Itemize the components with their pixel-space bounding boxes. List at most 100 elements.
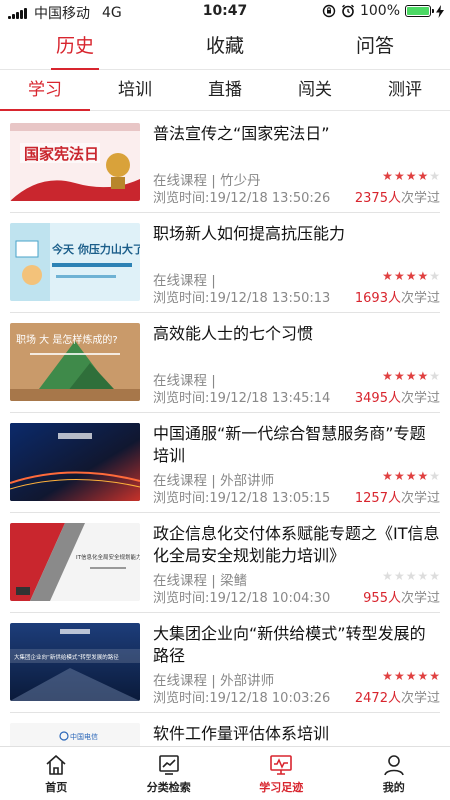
star-empty-icon: ★	[429, 169, 440, 183]
tab-qa[interactable]: 问答	[300, 24, 450, 69]
subtab-challenge[interactable]: 闯关	[270, 71, 360, 110]
course-thumbnail: 今天 你压力山大了吗?	[10, 223, 140, 301]
course-title: 职场新人如何提高抗压能力	[153, 224, 346, 243]
star-filled-icon: ★	[405, 369, 417, 383]
course-item[interactable]: 职场 大 是怎样炼成的? 高效能人士的七个习惯 在线课程 | 浏览时间:19/1…	[10, 313, 440, 413]
person-icon	[383, 755, 404, 776]
status-bar: 中国移动 4G 10:47 100%	[0, 0, 450, 22]
home-icon	[46, 755, 66, 775]
rating-stars: ★ ★ ★ ★ ★	[382, 570, 440, 582]
learner-count: 2472人次学过	[354, 691, 440, 706]
star-filled-icon: ★	[382, 269, 393, 283]
nav-mine[interactable]: 我的	[338, 747, 450, 800]
star-filled-icon: ★	[393, 169, 405, 183]
course-thumbnail: 中国电信	[10, 723, 140, 746]
course-viewed-time: 浏览时间:19/12/18 13:50:26	[153, 191, 331, 206]
subtab-study[interactable]: 学习	[0, 71, 90, 111]
nav-mine-label: 我的	[382, 781, 405, 794]
nav-home-label: 首页	[45, 781, 68, 794]
course-meta: 在线课程 | 梁鳍	[153, 573, 248, 589]
star-filled-icon: ★	[405, 669, 417, 683]
rating-stars: ★ ★ ★ ★ ★	[382, 470, 440, 482]
course-item[interactable]: 今天 你压力山大了吗? 职场新人如何提高抗压能力 在线课程 | 浏览时间:19/…	[10, 213, 440, 313]
course-item[interactable]: 中国通服“新一代综合智慧服务商”专题培训 在线课程 | 外部讲师 浏览时间:19…	[10, 413, 440, 513]
star-filled-icon: ★	[382, 169, 393, 183]
tab-favorites[interactable]: 收藏	[150, 24, 300, 69]
star-empty-icon: ★	[405, 569, 417, 583]
star-filled-icon: ★	[393, 269, 405, 283]
star-filled-icon: ★	[417, 469, 429, 483]
course-viewed-time: 浏览时间:19/12/18 10:03:26	[153, 691, 331, 706]
monitor-footprint-icon	[270, 755, 293, 775]
star-filled-icon: ★	[417, 269, 429, 283]
sub-tab-bar: 学习 培训 直播 闯关 测评	[0, 71, 450, 111]
nav-home[interactable]: 首页	[0, 747, 113, 800]
course-viewed-time: 浏览时间:19/12/18 13:05:15	[153, 491, 331, 506]
subtab-training[interactable]: 培训	[90, 71, 180, 110]
star-empty-icon: ★	[429, 469, 440, 483]
course-item[interactable]: 大集团企业向“新供给模式”转型发展的路径 大集团企业向“新供给模式”转型发展的路…	[10, 613, 440, 713]
learner-count: 3495人次学过	[354, 391, 440, 406]
course-viewed-time: 浏览时间:19/12/18 13:50:13	[153, 291, 331, 306]
nav-category-search-label: 分类检索	[146, 781, 191, 794]
course-viewed-time: 浏览时间:19/12/18 13:45:14	[153, 391, 331, 406]
course-title: 大集团企业向“新供给模式”转型发展的路径	[153, 624, 426, 665]
thumb-caption: 中国电信	[70, 732, 98, 741]
star-empty-icon: ★	[382, 569, 393, 583]
nav-category-search[interactable]: 分类检索	[113, 747, 226, 800]
course-title: 软件工作量评估体系培训	[153, 724, 330, 743]
course-item[interactable]: 国家宪法日 普法宣传之“国家宪法日” 在线课程 | 竹少丹 浏览时间:19/12…	[10, 113, 440, 213]
learner-count: 955人次学过	[363, 591, 440, 606]
bottom-nav: 首页 分类检索 学习足迹 我的	[0, 746, 450, 800]
alarm-icon	[342, 4, 354, 18]
star-filled-icon: ★	[382, 369, 393, 383]
course-title: 政企信息化交付体系赋能专题之《IT信息化全局安全规划能力培训》	[153, 524, 440, 565]
chart-board-icon	[158, 755, 179, 775]
course-item[interactable]: IT信息化全局安全规划能力培训 政企信息化交付体系赋能专题之《IT信息化全局安全…	[10, 513, 440, 613]
rating-stars: ★ ★ ★ ★ ★	[382, 670, 440, 682]
rating-stars: ★ ★ ★ ★ ★	[382, 370, 440, 382]
course-title: 高效能人士的七个习惯	[153, 324, 314, 343]
charging-icon	[436, 4, 444, 18]
star-filled-icon: ★	[393, 369, 405, 383]
course-thumbnail: 国家宪法日	[10, 123, 140, 201]
course-viewed-time: 浏览时间:19/12/18 10:04:30	[153, 591, 331, 606]
star-filled-icon: ★	[382, 669, 393, 683]
course-history-list: 国家宪法日 普法宣传之“国家宪法日” 在线课程 | 竹少丹 浏览时间:19/12…	[0, 113, 450, 746]
star-filled-icon: ★	[382, 469, 393, 483]
star-filled-icon: ★	[405, 469, 417, 483]
star-empty-icon: ★	[417, 569, 429, 583]
star-filled-icon: ★	[417, 169, 429, 183]
star-filled-icon: ★	[417, 669, 429, 683]
course-thumbnail: 职场 大 是怎样炼成的?	[10, 323, 140, 401]
course-meta: 在线课程 | 外部讲师	[153, 473, 275, 489]
rating-stars: ★ ★ ★ ★ ★	[382, 270, 440, 282]
star-empty-icon: ★	[429, 569, 440, 583]
course-thumbnail: 大集团企业向“新供给模式”转型发展的路径	[10, 623, 140, 701]
course-thumbnail: IT信息化全局安全规划能力培训	[10, 523, 140, 601]
course-meta: 在线课程 |	[153, 273, 216, 289]
learner-count: 2375人次学过	[354, 191, 440, 206]
star-filled-icon: ★	[429, 669, 440, 683]
course-title: 普法宣传之“国家宪法日”	[153, 124, 330, 143]
battery-percent: 100%	[359, 3, 400, 19]
subtab-live[interactable]: 直播	[180, 71, 270, 110]
star-filled-icon: ★	[393, 669, 405, 683]
tab-history[interactable]: 历史	[0, 24, 150, 70]
top-tab-bar: 历史 收藏 问答	[0, 24, 450, 70]
course-meta: 在线课程 |	[153, 373, 216, 389]
nav-learning-footprint[interactable]: 学习足迹	[225, 747, 338, 800]
thumb-caption: IT信息化全局安全规划能力培训	[76, 553, 140, 561]
battery-icon	[405, 5, 434, 17]
thumb-caption: 职场 大 是怎样炼成的?	[16, 333, 118, 346]
star-filled-icon: ★	[405, 169, 417, 183]
status-right: 100%	[322, 3, 444, 19]
thumb-caption: 今天 你压力山大了吗?	[51, 242, 140, 256]
subtab-assessment[interactable]: 测评	[360, 71, 450, 110]
star-empty-icon: ★	[429, 269, 440, 283]
course-item[interactable]: 中国电信 软件工作量评估体系培训	[10, 713, 440, 746]
star-filled-icon: ★	[417, 369, 429, 383]
course-meta: 在线课程 | 竹少丹	[153, 173, 261, 189]
learner-count: 1257人次学过	[354, 491, 440, 506]
rating-stars: ★ ★ ★ ★ ★	[382, 170, 440, 182]
